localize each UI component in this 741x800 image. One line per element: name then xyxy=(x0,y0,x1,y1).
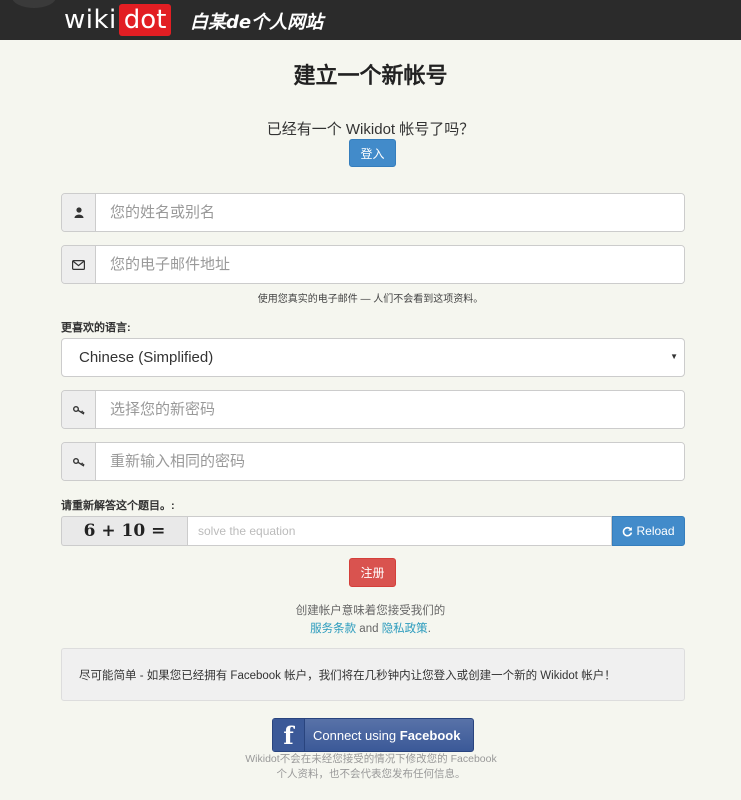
terms-line: 创建帐户意味着您接受我们的 xyxy=(295,605,446,617)
password-repeat-input[interactable] xyxy=(96,443,684,480)
avatar[interactable] xyxy=(12,0,56,8)
terms-of-service-link[interactable]: 服务条款 xyxy=(310,623,356,635)
logo-wiki-text: wiki xyxy=(64,5,117,35)
reload-button[interactable]: Reload xyxy=(612,516,685,546)
caret-down-icon: ▼ xyxy=(670,352,678,361)
name-input[interactable] xyxy=(96,194,684,231)
email-hint: 使用您真实的电子邮件 — 人们不会看到这项资料。 xyxy=(257,294,484,305)
password-repeat-input-group xyxy=(61,442,685,481)
facebook-button-label: Connect using Facebook xyxy=(305,728,460,743)
language-select[interactable]: Chinese (Simplified) ▼ xyxy=(61,338,685,377)
envelope-icon xyxy=(62,246,96,283)
facebook-info-box: 尽可能简单 - 如果您已经拥有 Facebook 帐户，我们将在几秒钟内让您登入… xyxy=(61,648,685,701)
login-button[interactable]: 登入 xyxy=(349,139,396,167)
facebook-info-text: 尽可能简单 - 如果您已经拥有 Facebook 帐户，我们将在几秒钟内让您登入… xyxy=(79,669,616,682)
password-input-group xyxy=(61,390,685,429)
facebook-button-brand: Facebook xyxy=(399,727,461,743)
facebook-icon: f xyxy=(273,719,305,751)
page-title: 建立一个新帐号 xyxy=(293,64,448,89)
name-input-group xyxy=(61,193,685,232)
wikidot-logo[interactable]: wiki dot xyxy=(64,4,172,36)
logo-dot-text: dot xyxy=(118,4,172,36)
facebook-note: Wikidot不会在未经您接受的情况下修改您的 Facebook 个人资料，也不… xyxy=(245,753,497,780)
already-have-account-text: 已经有一个 Wikidot 帐号了吗？ xyxy=(266,121,475,138)
privacy-policy-link[interactable]: 隐私政策 xyxy=(382,623,428,635)
password-input[interactable] xyxy=(96,391,684,428)
connect-facebook-button[interactable]: f Connect using Facebook xyxy=(272,718,474,752)
captcha-equation: 6 + 10 = xyxy=(61,516,187,546)
reload-label: Reload xyxy=(636,524,675,538)
facebook-button-prefix: Connect using xyxy=(313,727,397,743)
user-icon xyxy=(62,194,96,231)
site-name[interactable]: 白某de个人网站 xyxy=(190,8,323,34)
key-icon xyxy=(62,391,96,428)
email-input-group xyxy=(61,245,685,284)
terms-and: and xyxy=(359,623,379,635)
terms-notice: 创建帐户意味着您接受我们的 服务条款 and 隐私政策. xyxy=(0,602,741,638)
refresh-icon xyxy=(623,526,633,536)
captcha-input[interactable] xyxy=(187,516,612,546)
register-button[interactable]: 注册 xyxy=(349,558,396,587)
captcha-group: 6 + 10 = Reload xyxy=(61,516,685,546)
key-icon xyxy=(62,443,96,480)
language-label: 更喜欢的语言: xyxy=(61,322,131,334)
captcha-label: 请重新解答这个题目。: xyxy=(61,500,175,512)
terms-period: . xyxy=(427,623,431,635)
language-selected-value: Chinese (Simplified) xyxy=(79,349,214,366)
email-input[interactable] xyxy=(96,246,684,283)
top-bar: wiki dot 白某de个人网站 xyxy=(0,0,741,40)
